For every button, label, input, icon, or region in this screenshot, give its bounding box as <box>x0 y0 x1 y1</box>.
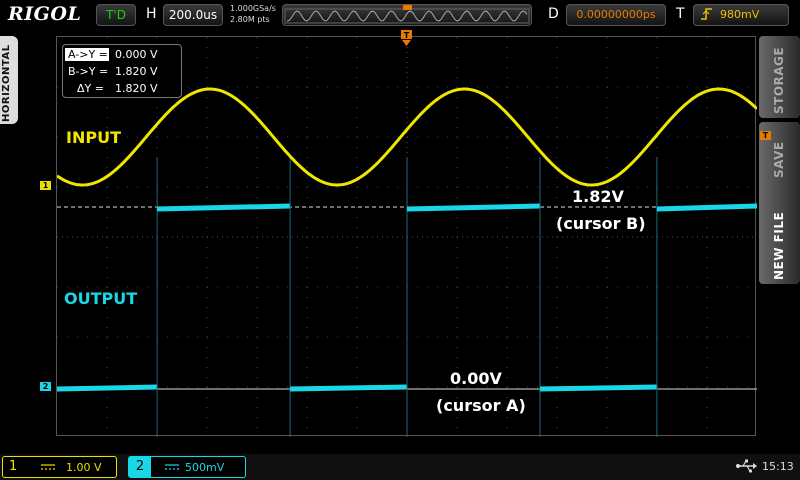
ch1-offset-marker[interactable]: 1 <box>40 181 51 190</box>
delay-value: 0.00000000ps <box>576 8 656 21</box>
top-status-bar: RIGOL T'D H 200.0us 1.000GSa/s 2.80M pts… <box>0 0 800 30</box>
memory-overview-bar[interactable] <box>282 4 532 26</box>
square-segment <box>656 203 757 212</box>
bottom-status-bar: 1 1.00 V 2 500mV 15:13 <box>0 454 800 480</box>
square-segment <box>157 203 291 212</box>
output-square-waveform <box>57 157 757 437</box>
delay-display[interactable]: 0.00000000ps <box>566 4 666 26</box>
clock: 15:13 <box>762 460 794 473</box>
trigger-position-marker <box>403 5 412 10</box>
delta-y-key: ΔY = <box>77 82 104 95</box>
ch2-number: 2 <box>129 457 151 477</box>
run-status-button[interactable]: T'D <box>96 4 136 26</box>
trigger-level-display[interactable]: 980mV <box>693 4 789 26</box>
trigger-level-marker[interactable]: T <box>760 131 771 140</box>
cursor-b-name-label: (cursor B) <box>556 214 646 233</box>
acquisition-info: 1.000GSa/s 2.80M pts <box>230 3 276 25</box>
delta-y-value: 1.820 V <box>115 82 158 95</box>
ch1-number: 1 <box>9 459 18 474</box>
cursor-measurement-box[interactable]: A->Y = 0.000 V B->Y = 1.820 V ΔY = 1.820… <box>62 44 182 98</box>
svg-text:T: T <box>404 31 410 40</box>
square-segment <box>57 384 158 392</box>
menu-item-save-label: SAVE <box>772 141 786 178</box>
menu-item-new-file[interactable]: NEW FILE <box>759 202 800 284</box>
cursor-b-value: 1.820 V <box>115 65 158 78</box>
timebase-value: 200.0us <box>168 8 218 22</box>
square-segment <box>539 384 657 392</box>
memory-depth: 2.80M pts <box>230 15 270 24</box>
horizontal-menu-tab[interactable]: HORIZONTAL <box>0 36 18 124</box>
run-status-text: T'D <box>106 8 126 22</box>
cursor-b-value-label: 1.82V <box>572 187 624 206</box>
square-segment <box>290 384 408 392</box>
menu-item-new-file-label: NEW FILE <box>772 211 786 280</box>
square-segment <box>406 203 541 212</box>
trigger-time-marker[interactable]: T <box>401 30 412 46</box>
menu-item-storage[interactable]: STORAGE <box>759 36 800 118</box>
sample-rate: 1.000GSa/s <box>230 4 276 13</box>
cursor-a-key: A->Y = <box>68 48 108 61</box>
ch2-offset-marker[interactable]: 2 <box>40 382 51 391</box>
ch1-settings-button[interactable]: 1 1.00 V <box>2 456 117 478</box>
horizontal-label: H <box>146 6 157 22</box>
cursor-a-value-label: 0.00V <box>450 369 502 388</box>
ch2-settings-button[interactable]: 2 500mV <box>128 456 246 478</box>
cursor-a-name-label: (cursor A) <box>436 396 526 415</box>
output-label: OUTPUT <box>64 289 138 308</box>
cursor-a-value: 0.000 V <box>115 48 158 61</box>
cursor-b-key: B->Y = <box>68 65 109 78</box>
delay-label: D <box>548 6 559 22</box>
menu-item-storage-label: STORAGE <box>772 46 786 114</box>
ch2-scale: 500mV <box>185 461 225 474</box>
trigger-level-value: 980mV <box>720 8 760 21</box>
timebase-display[interactable]: 200.0us <box>163 4 223 26</box>
side-menu: STORAGE SAVE NEW FILE <box>759 36 800 286</box>
trigger-label: T <box>676 6 685 22</box>
ch1-scale: 1.00 V <box>66 461 102 474</box>
horizontal-menu-label: HORIZONTAL <box>1 44 12 122</box>
brand-logo: RIGOL <box>8 3 82 25</box>
input-label: INPUT <box>66 128 121 147</box>
